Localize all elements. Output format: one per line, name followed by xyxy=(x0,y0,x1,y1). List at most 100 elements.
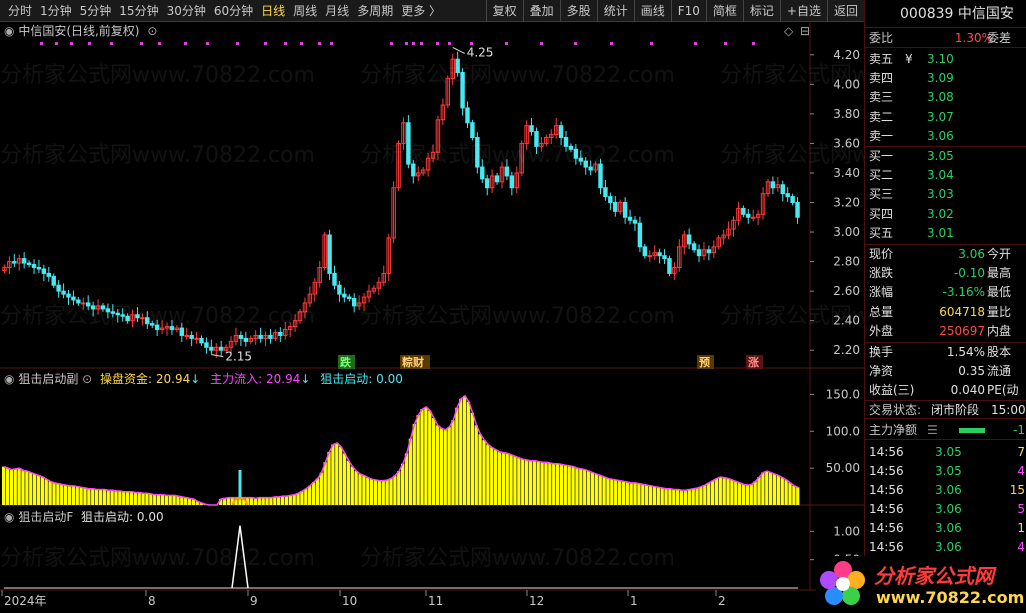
stat2-label: 净资 xyxy=(869,364,894,379)
fund-bar xyxy=(277,496,281,505)
fund-bar xyxy=(734,481,738,505)
tick-price: 3.06 xyxy=(935,521,962,535)
toolbar-action-button[interactable]: +自选 xyxy=(779,0,827,22)
fund-bar xyxy=(242,497,246,505)
fund-bar xyxy=(707,482,711,505)
candle-body xyxy=(61,290,66,295)
signal-dot xyxy=(318,42,321,45)
watermark: 分析家公式网www.70822.com xyxy=(0,546,315,571)
main-net-row[interactable]: 主力净额 ☰ -1 xyxy=(865,421,1026,440)
candle-body xyxy=(746,213,751,218)
fund-bar xyxy=(397,471,401,505)
chart-collapse-icon[interactable]: ◉ xyxy=(4,24,14,38)
fund-bar xyxy=(548,462,552,505)
candle-body xyxy=(322,234,327,268)
fund-bar xyxy=(470,412,475,505)
fund-bar xyxy=(699,486,703,505)
fund-bar xyxy=(738,482,742,505)
fund-bar xyxy=(439,428,444,505)
signal-tag: 跌 xyxy=(340,355,352,369)
candle-body xyxy=(406,122,411,165)
tick-price: 3.06 xyxy=(935,540,962,554)
period-tab[interactable]: 30分钟 xyxy=(163,0,210,22)
toolbar-action-button[interactable]: 多股 xyxy=(559,0,597,22)
period-tab[interactable]: 更多 〉 xyxy=(397,0,445,22)
fund-bar xyxy=(288,495,292,505)
toolbar-action-button[interactable]: 标记 xyxy=(742,0,780,22)
signal-dot xyxy=(752,42,755,45)
ask-label: 卖一 xyxy=(869,128,894,143)
fund-bar xyxy=(339,446,343,505)
period-tab[interactable]: 1分钟 xyxy=(36,0,76,22)
toolbar-action-button[interactable]: 画线 xyxy=(633,0,671,22)
period-tab[interactable]: 周线 xyxy=(289,0,321,22)
main-net-menu-icon[interactable]: ☰ xyxy=(927,421,938,439)
bid-row: 买三 3.03 xyxy=(865,185,1026,204)
fund-bar xyxy=(222,498,227,505)
chart-diamond-icon[interactable]: ◇ xyxy=(784,22,793,40)
ask-row: 卖二 3.07 xyxy=(865,108,1026,127)
fund-bar xyxy=(63,485,68,505)
period-tab[interactable]: 多周期 xyxy=(353,0,397,22)
fund-bar xyxy=(350,466,354,505)
chart-restore-icon[interactable]: ⊟ xyxy=(800,22,810,40)
fund-bar xyxy=(168,495,172,505)
fund-bar xyxy=(695,488,699,505)
candle-body xyxy=(356,302,362,307)
signal-dot xyxy=(420,42,423,45)
fund-bar xyxy=(583,469,587,505)
y-tick-label: 4.00 xyxy=(833,77,860,91)
ask-price: 3.08 xyxy=(927,90,954,105)
signal-dot xyxy=(505,42,508,45)
weibi-label: 委比 xyxy=(869,31,894,45)
fund-bar xyxy=(52,482,56,505)
indicator1-settings-icon[interactable]: ⊙ xyxy=(82,372,92,386)
toolbar-action-button[interactable]: F10 xyxy=(670,0,706,22)
candle-body xyxy=(568,145,574,150)
candle-body xyxy=(504,166,510,177)
fund-bar xyxy=(98,489,103,505)
toolbar-action-button[interactable]: 简框 xyxy=(705,0,743,22)
bid-price: 3.02 xyxy=(927,206,954,221)
period-tab[interactable]: 60分钟 xyxy=(210,0,257,22)
ind1-y-tick-label: 100.0 xyxy=(826,424,860,438)
indicator2-collapse-icon[interactable]: ◉ xyxy=(4,510,14,524)
stat-label2: 内盘 xyxy=(987,323,1012,338)
chart-settings-icon[interactable]: ⊙ xyxy=(147,24,157,38)
toolbar-action-button[interactable]: 叠加 xyxy=(522,0,560,22)
candle-body xyxy=(445,77,451,106)
toolbar-action-button[interactable]: 返回 xyxy=(826,0,864,22)
period-tab[interactable]: 月线 xyxy=(321,0,353,22)
toolbar-action-button[interactable]: 统计 xyxy=(596,0,634,22)
indicator1-collapse-icon[interactable]: ◉ xyxy=(4,372,14,386)
candle-body xyxy=(736,207,741,221)
candle-body xyxy=(81,302,86,305)
fund-bar xyxy=(625,482,629,505)
watermark: 分析家公式网www.70822.com xyxy=(360,304,675,329)
toolbar-action-button[interactable]: 复权 xyxy=(485,0,523,22)
bid-label: 买三 xyxy=(869,187,894,202)
stat2-label2: PE(动 xyxy=(987,383,1019,398)
period-tab[interactable]: 日线 xyxy=(257,0,289,22)
indicator1-series3: 狙击启动: 0.00 xyxy=(320,372,403,386)
fund-bar xyxy=(606,478,610,505)
watermark: 分析家公式网www.70822.com xyxy=(360,143,675,168)
period-tab[interactable]: 15分钟 xyxy=(115,0,162,22)
period-tab[interactable]: 5分钟 xyxy=(76,0,116,22)
signal-dot xyxy=(110,42,113,45)
tick-time: 14:56 xyxy=(869,445,904,459)
fund-bar xyxy=(521,459,525,505)
period-tab[interactable]: 分时 xyxy=(4,0,36,22)
fund-bar xyxy=(71,485,76,505)
trade-status-time: 15:00 xyxy=(991,403,1026,417)
candle-body xyxy=(125,315,130,322)
indicator1-series1: 操盘资金: 20.94 xyxy=(100,372,191,386)
fund-bar xyxy=(567,465,571,505)
candle-body xyxy=(199,337,204,344)
fund-bar xyxy=(234,497,238,505)
candle-body xyxy=(657,252,662,257)
fund-bar xyxy=(796,487,800,505)
fund-bar xyxy=(641,484,645,505)
candle-body xyxy=(184,334,189,337)
fund-bar xyxy=(2,466,6,505)
